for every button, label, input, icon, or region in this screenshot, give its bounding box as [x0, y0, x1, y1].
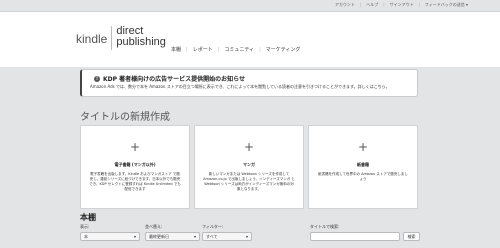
filter-select[interactable]: すべて ▾ [202, 232, 252, 241]
nav-bookshelf[interactable]: 本棚 [166, 46, 186, 53]
card-description: 紙書籍を作成して世界中の Amazon ストアで販売しましょう [318, 172, 408, 181]
chevron-down-icon: ▾ [133, 234, 136, 239]
logo-publishing: publishing [116, 36, 166, 48]
search-button[interactable]: 検索 [403, 232, 420, 241]
card-description: 新しいマンガまたは Webtoon シリーズを作成して Amazon.co.jp… [203, 172, 295, 191]
notice-title: ! KDP 著者様向けの広告サービス提供開始のお知らせ [94, 74, 245, 83]
feedback-link[interactable]: フィードバックの送信 ▾ [425, 2, 468, 8]
sort-select[interactable]: 最終更新日 ▾ [145, 232, 200, 241]
view-select-value: 本 [84, 234, 88, 239]
chevron-down-icon: ▾ [465, 2, 468, 7]
help-link[interactable]: ヘルプ [366, 2, 378, 8]
bookshelf-heading: 本棚 [80, 213, 96, 222]
chevron-down-icon: ▾ [193, 234, 196, 239]
plus-icon: + [243, 140, 255, 154]
nav-marketing[interactable]: マーケティング [261, 46, 306, 53]
create-paperback-card[interactable]: + 紙書籍 紙書籍を作成して世界中の Amazon ストアで販売しましょう [308, 125, 418, 209]
plus-icon: + [129, 140, 141, 154]
warning-icon: ! [94, 75, 100, 82]
create-ebook-card[interactable]: + 電子書籍 (マンガ以外) 電子書籍を出版します。Kindle およびマンガス… [80, 125, 190, 209]
notice-body: Amazon Ads では、数分で本を Amazon ストアの目立つ場所に表示で… [90, 84, 390, 89]
account-link[interactable]: アカウント [335, 2, 355, 8]
view-select[interactable]: 本 ▾ [80, 232, 140, 241]
create-title-heading: タイトルの新規作成 [80, 112, 170, 123]
utility-links: アカウント | ヘルプ | サインアウト | [335, 2, 420, 8]
site-header: kindle direct publishing 本棚 | レポート | コミュ… [0, 12, 500, 67]
main-nav: 本棚 | レポート | コミュニティ | マーケティング [166, 46, 306, 54]
filter-select-value: すべて [206, 234, 218, 239]
filter-label: フィルター: [202, 224, 224, 229]
sort-label: 並べ替え: [145, 224, 163, 229]
nav-community[interactable]: コミュニティ [219, 46, 259, 53]
separator: | [383, 2, 385, 7]
search-label: タイトルで検索: [310, 224, 340, 229]
sort-select-value: 最終更新日 [149, 234, 169, 239]
feedback-label: フィードバックの送信 [424, 2, 465, 7]
card-title: 紙書籍 [357, 162, 369, 167]
signout-link[interactable]: サインアウト [390, 2, 414, 8]
title-search-input[interactable] [310, 232, 400, 241]
card-title: 電子書籍 (マンガ以外) [114, 162, 156, 167]
card-title: マンガ [243, 162, 255, 167]
card-description: 電子書籍を出版します。Kindle およびマンガストア で販売し、雑誌シリーズに… [89, 172, 181, 191]
logo-divider [111, 26, 113, 50]
top-utility-bar: アカウント | ヘルプ | サインアウト | フィードバックの送信 ▾ [0, 0, 500, 12]
separator: | [418, 2, 420, 7]
view-label: 表示: [80, 224, 90, 229]
kdp-logo[interactable]: kindle direct publishing [76, 26, 166, 50]
chevron-down-icon: ▾ [245, 234, 248, 239]
ads-notice-banner: ! KDP 著者様向けの広告サービス提供開始のお知らせ Amazon Ads で… [80, 69, 418, 97]
plus-icon: + [357, 140, 369, 154]
create-manga-card[interactable]: + マンガ 新しいマンガまたは Webtoon シリーズを作成して Amazon… [194, 125, 304, 209]
notice-title-text: KDP 著者様向けの広告サービス提供開始のお知らせ [103, 76, 245, 83]
nav-reports[interactable]: レポート [188, 46, 218, 53]
logo-kdp-text: direct publishing [116, 26, 166, 48]
separator: | [359, 2, 362, 7]
logo-kindle-text: kindle [76, 32, 108, 46]
